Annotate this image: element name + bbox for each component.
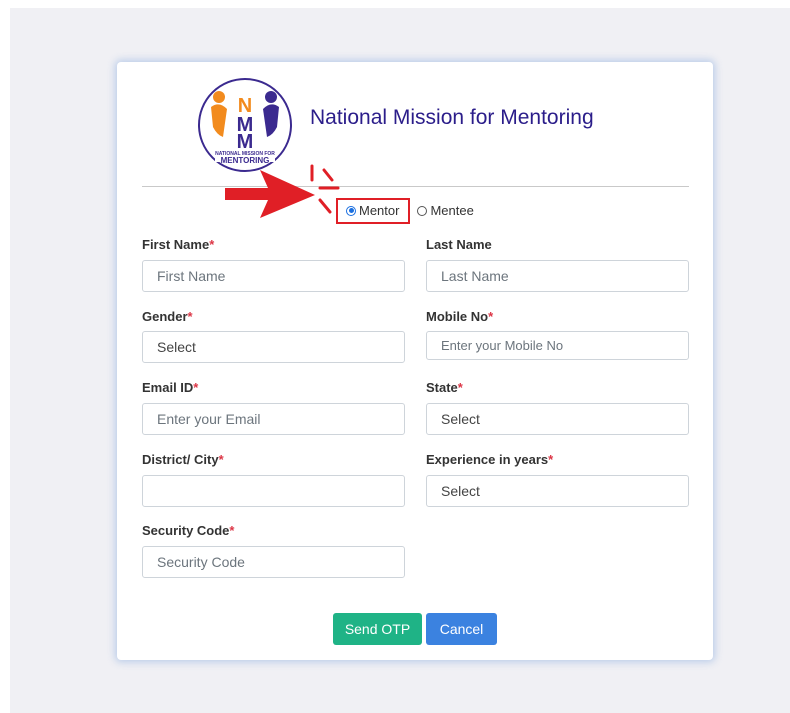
required-marker: * bbox=[218, 452, 224, 467]
mobile-input[interactable]: Enter your Mobile No bbox=[426, 331, 689, 360]
required-marker: * bbox=[488, 309, 494, 324]
district-label: District/ City* bbox=[142, 452, 224, 467]
experience-select[interactable]: Select bbox=[426, 475, 689, 507]
required-marker: * bbox=[187, 309, 193, 324]
first-name-input[interactable]: First Name bbox=[142, 260, 405, 292]
svg-text:M: M bbox=[237, 131, 254, 153]
mentor-highlight-box bbox=[336, 198, 410, 224]
security-code-input[interactable]: Security Code bbox=[142, 546, 405, 578]
experience-label: Experience in years* bbox=[426, 452, 554, 467]
district-input[interactable] bbox=[142, 475, 405, 507]
mobile-label: Mobile No* bbox=[426, 309, 494, 324]
first-name-label: First Name* bbox=[142, 237, 215, 252]
nmm-logo-icon: N M M NATIONAL MISSION FOR MENTORING bbox=[198, 78, 292, 172]
state-label: State* bbox=[426, 380, 463, 395]
required-marker: * bbox=[209, 237, 215, 252]
mentee-radio-label: Mentee bbox=[430, 203, 474, 218]
state-select[interactable]: Select bbox=[426, 403, 689, 435]
last-name-label: Last Name bbox=[426, 237, 492, 252]
email-input[interactable]: Enter your Email bbox=[142, 403, 405, 435]
required-marker: * bbox=[548, 452, 554, 467]
security-code-label: Security Code* bbox=[142, 523, 235, 538]
send-otp-button[interactable]: Send OTP bbox=[333, 613, 422, 645]
required-marker: * bbox=[229, 523, 235, 538]
last-name-input[interactable]: Last Name bbox=[426, 260, 689, 292]
required-marker: * bbox=[457, 380, 463, 395]
email-label: Email ID* bbox=[142, 380, 199, 395]
gender-label: Gender* bbox=[142, 309, 193, 324]
cancel-button[interactable]: Cancel bbox=[426, 613, 497, 645]
red-arrow-pointer-icon bbox=[225, 164, 340, 218]
role-option-mentee[interactable]: Mentee bbox=[417, 203, 474, 218]
gender-select[interactable]: Select bbox=[142, 331, 405, 363]
required-marker: * bbox=[193, 380, 199, 395]
page-title: National Mission for Mentoring bbox=[310, 106, 594, 129]
mentee-radio[interactable] bbox=[417, 205, 428, 216]
